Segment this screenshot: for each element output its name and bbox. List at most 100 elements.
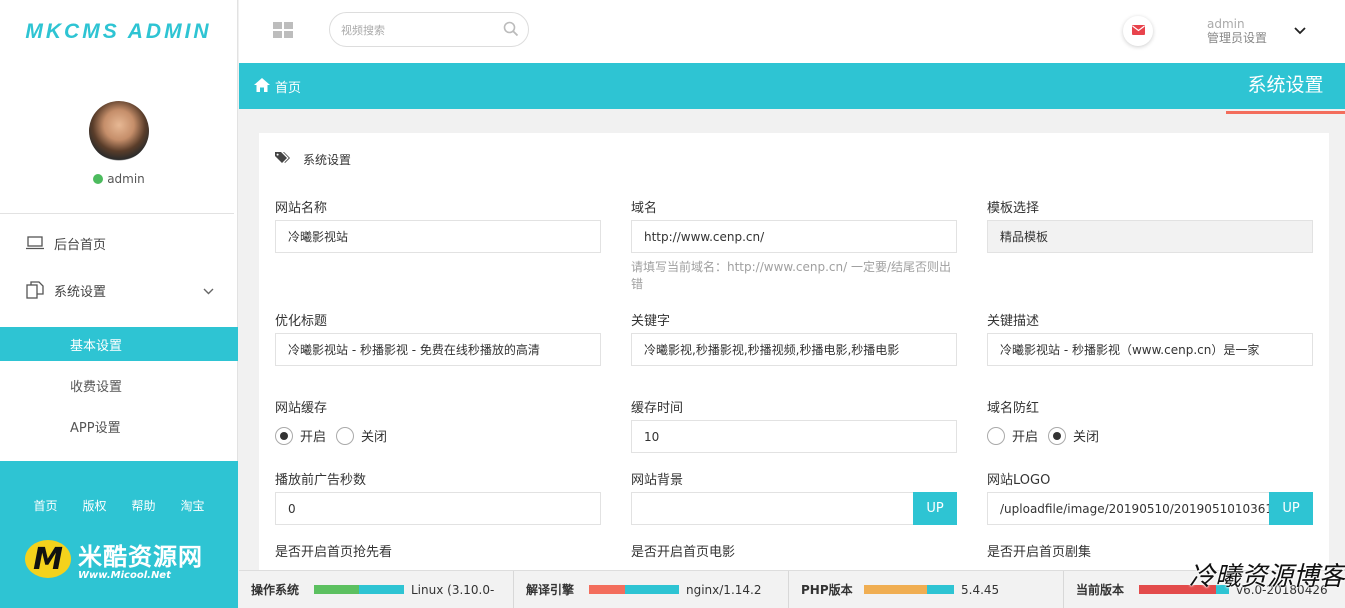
status-engine: 解译引擎 nginx/1.14.2 — [514, 571, 789, 608]
tags-icon — [275, 152, 290, 167]
status-label: 当前版本 — [1076, 583, 1125, 597]
cache-on-radio[interactable]: 开启 — [275, 426, 326, 445]
template-select[interactable]: 精品模板 — [987, 220, 1313, 253]
status-engine-bar — [589, 585, 679, 594]
status-value: Linux (3.10.0- — [411, 582, 495, 597]
mail-button[interactable] — [1123, 16, 1153, 46]
domain-label: 域名 — [631, 201, 658, 216]
status-value: 5.4.45 — [961, 582, 1000, 597]
search-placeholder: 视频搜索 — [341, 23, 385, 37]
cache-time-field[interactable]: 10 — [631, 420, 957, 453]
chevron-down-icon[interactable] — [203, 284, 214, 299]
radio-checked-icon — [1048, 426, 1066, 445]
radio-unchecked-icon — [336, 426, 354, 445]
status-php: PHP版本 5.4.45 — [789, 571, 1064, 608]
radio-label: 关闭 — [1073, 430, 1100, 445]
radio-unchecked-icon — [987, 426, 1005, 445]
brand-mark-icon: M — [25, 540, 71, 578]
status-label: 操作系统 — [251, 583, 300, 597]
status-bar: 操作系统 Linux (3.10.0- 解译引擎 nginx/1.14.2 PH… — [239, 570, 1345, 608]
anti-red-on-radio[interactable]: 开启 — [987, 426, 1038, 445]
radio-label: 开启 — [300, 430, 327, 445]
site-name-label: 网站名称 — [275, 201, 328, 216]
brand-name: 米酷资源网 — [78, 543, 203, 571]
seo-title-label: 优化标题 — [275, 314, 328, 329]
user-name: admin — [107, 172, 145, 186]
seo-title-field[interactable]: 冷曦影视站 - 秒播影视 - 免费在线秒播放的高清 — [275, 333, 601, 366]
footer-link-home[interactable]: 首页 — [33, 497, 57, 514]
template-label: 模板选择 — [987, 201, 1040, 216]
radio-label: 开启 — [1012, 430, 1039, 445]
description-field[interactable]: 冷曦影视站 - 秒播影视（www.cenp.cn）是一家 — [987, 333, 1313, 366]
brand-logo: M 米酷资源网 Www.Micool.Net — [25, 537, 203, 581]
online-dot-icon — [93, 174, 104, 184]
card-title: 系统设置 — [303, 153, 352, 167]
home-icon — [254, 77, 270, 96]
sidebar-item-label: 系统设置 — [54, 284, 107, 300]
sidebar: MKCMS ADMIN admin 后台首页 系统设置 基本设置 收费设置 AP… — [0, 0, 238, 608]
domain-field[interactable]: http://www.cenp.cn/ — [631, 220, 957, 253]
cache-label: 网站缓存 — [275, 401, 328, 416]
description-label: 关键描述 — [987, 314, 1040, 329]
background-label: 网站背景 — [631, 473, 684, 488]
sidebar-item-dashboard[interactable]: 后台首页 — [0, 223, 238, 263]
breadcrumb-home[interactable]: 首页 — [254, 77, 301, 96]
status-os-bar — [314, 585, 404, 594]
footer-link-copyright[interactable]: 版权 — [82, 497, 106, 514]
sidebar-footer: 首页 版权 帮助 淘宝 M 米酷资源网 Www.Micool.Net — [0, 461, 238, 608]
home-movie-label: 是否开启首页电影 — [631, 545, 736, 560]
logo-upload-button[interactable]: UP — [1269, 492, 1313, 525]
sidebar-subitem-app-settings[interactable]: APP设置 — [0, 409, 238, 443]
status-value: nginx/1.14.2 — [686, 582, 762, 597]
monitor-icon — [25, 233, 45, 253]
radio-checked-icon — [275, 426, 293, 445]
anti-red-off-radio[interactable]: 关闭 — [1048, 426, 1099, 445]
site-name-field[interactable]: 冷曦影视站 — [275, 220, 601, 253]
home-preview-label: 是否开启首页抢先看 — [275, 545, 393, 560]
status-php-bar — [864, 585, 954, 594]
sidebar-divider — [0, 213, 234, 214]
footer-link-help[interactable]: 帮助 — [132, 497, 156, 514]
anti-red-label: 域名防红 — [987, 401, 1040, 416]
admin-name: admin — [1207, 17, 1245, 31]
background-field[interactable] — [631, 492, 914, 525]
sidebar-item-label: 后台首页 — [54, 237, 107, 253]
search-icon[interactable] — [503, 21, 519, 40]
search-input[interactable]: 视频搜索 — [329, 12, 529, 47]
home-series-label: 是否开启首页剧集 — [987, 545, 1092, 560]
copy-icon — [25, 280, 45, 300]
top-bar: 视频搜索 admin 管理员设置 — [239, 0, 1345, 63]
sidebar-subitem-basic-settings[interactable]: 基本设置 — [0, 327, 238, 361]
logo-label: 网站LOGO — [987, 473, 1051, 488]
ad-seconds-label: 播放前广告秒数 — [275, 473, 367, 488]
keywords-field[interactable]: 冷曦影视,秒播影视,秒播视频,秒播电影,秒播电影 — [631, 333, 957, 366]
card-header: 系统设置 — [275, 151, 351, 168]
grid-menu-icon[interactable] — [273, 22, 293, 42]
sidebar-subitem-billing-settings[interactable]: 收费设置 — [0, 368, 238, 402]
settings-card: 系统设置 网站名称 冷曦影视站 域名 http://www.cenp.cn/ 请… — [259, 133, 1329, 573]
app-logo[interactable]: MKCMS ADMIN — [0, 0, 237, 63]
background-upload-button[interactable]: UP — [913, 492, 957, 525]
radio-label: 关闭 — [361, 430, 388, 445]
footer-link-taobao[interactable]: 淘宝 — [181, 497, 205, 514]
admin-info[interactable]: admin 管理员设置 — [1207, 17, 1267, 45]
status-label: PHP版本 — [801, 583, 853, 597]
cache-off-radio[interactable]: 关闭 — [336, 426, 387, 445]
admin-role: 管理员设置 — [1207, 31, 1268, 45]
status-label: 解译引擎 — [526, 583, 575, 597]
breadcrumb-home-label: 首页 — [275, 81, 302, 96]
ad-seconds-field[interactable]: 0 — [275, 492, 601, 525]
logo-field[interactable]: /uploadfile/image/20190510/2019051010361… — [987, 492, 1270, 525]
watermark: 冷曦资源博客 — [1188, 562, 1345, 592]
page-title: 系统设置 — [1226, 63, 1345, 114]
mail-icon — [1131, 24, 1145, 39]
sidebar-item-system-settings[interactable]: 系统设置 — [0, 270, 238, 310]
user-status: admin — [0, 172, 238, 186]
avatar[interactable] — [89, 101, 149, 161]
cache-time-label: 缓存时间 — [631, 401, 684, 416]
breadcrumb: 首页 系统设置 — [239, 63, 1345, 114]
chevron-down-icon[interactable] — [1294, 24, 1306, 39]
keywords-label: 关键字 — [631, 314, 671, 329]
status-os: 操作系统 Linux (3.10.0- — [239, 571, 514, 608]
footer-links: 首页 版权 帮助 淘宝 — [0, 497, 238, 514]
